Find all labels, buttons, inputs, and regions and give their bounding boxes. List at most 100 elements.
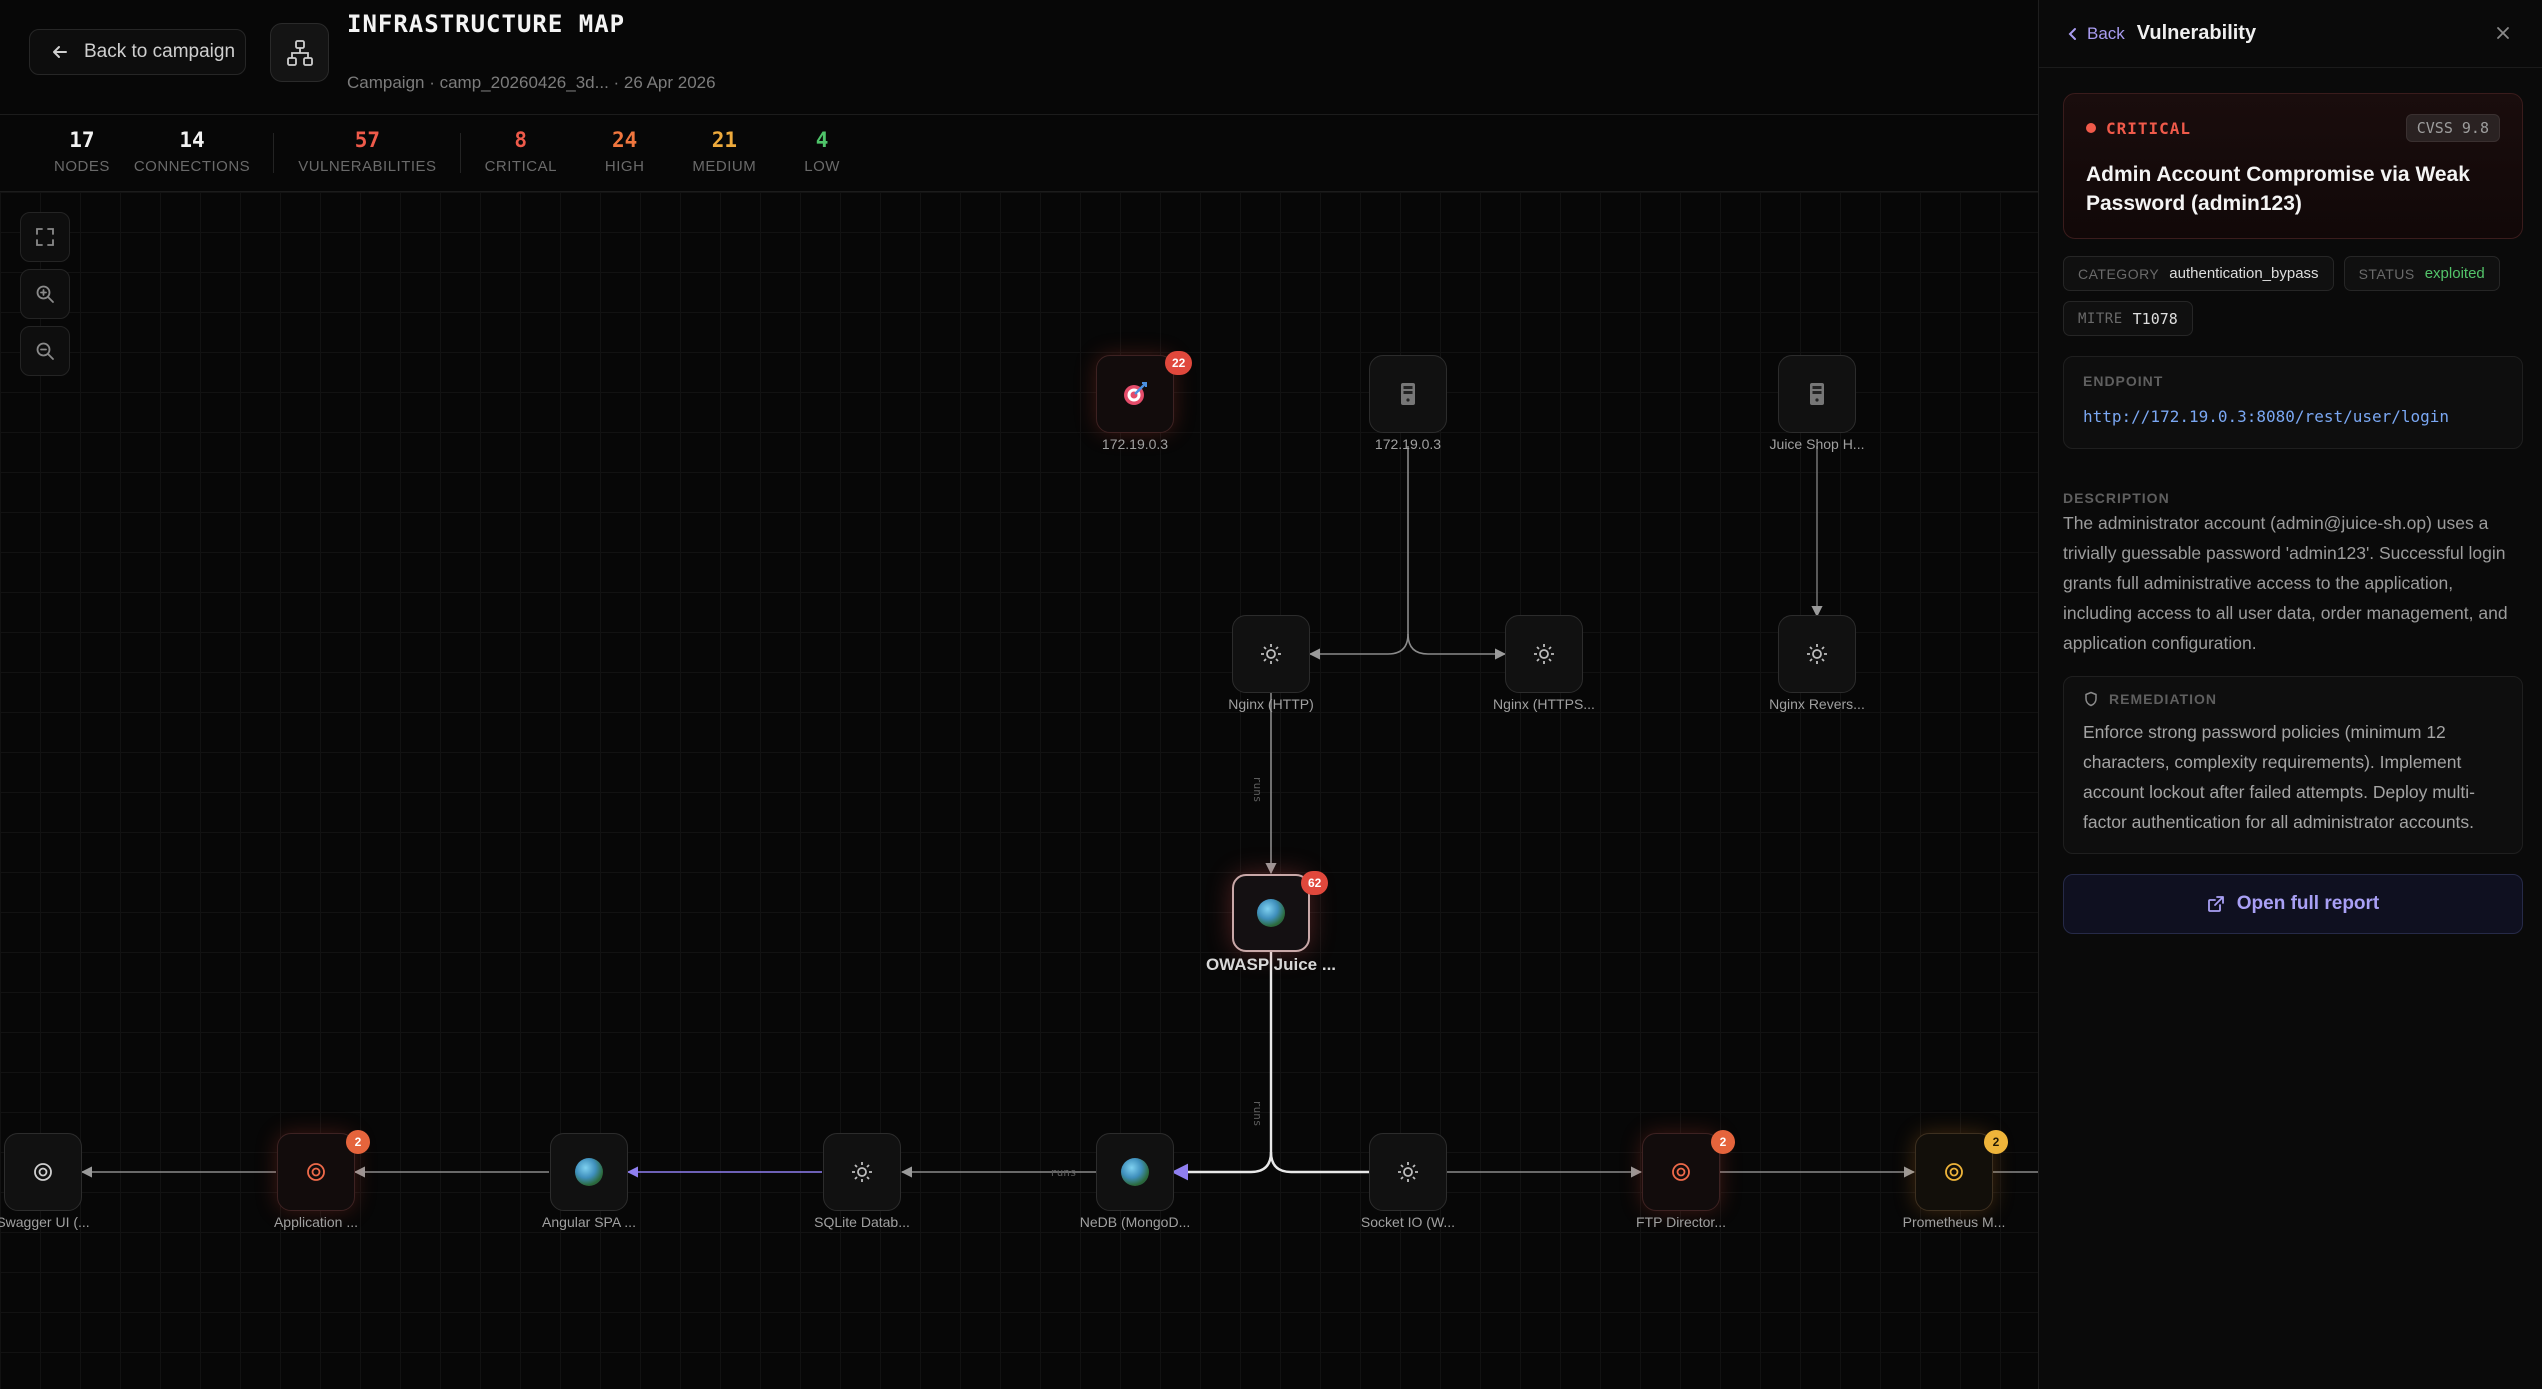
severity-label: CRITICAL — [2086, 119, 2191, 138]
gear-icon — [1807, 644, 1827, 664]
expand-icon — [36, 228, 54, 246]
severity-text: CRITICAL — [2106, 118, 2192, 138]
campaign-subtitle: Campaign · camp_20260426_3d... · 26 Apr … — [347, 73, 716, 92]
node-socketio[interactable] — [1369, 1133, 1447, 1211]
server-icon — [1401, 383, 1415, 405]
node-prometheus[interactable] — [1915, 1133, 1993, 1211]
close-icon — [2497, 27, 2509, 39]
panel-close-button[interactable] — [2490, 20, 2516, 46]
node-nginx-reverse[interactable] — [1778, 615, 1856, 693]
zoom-in-button[interactable] — [20, 269, 70, 319]
node-prometheus-badge: 2 — [1984, 1130, 2008, 1154]
node-sqlite-label: SQLite Datab... — [814, 1214, 910, 1230]
shield-icon — [2085, 691, 2097, 707]
chip-mitre-value: T1078 — [2132, 309, 2178, 328]
cvss-badge: CVSS 9.8 — [2405, 114, 2500, 142]
node-ftp-badge: 2 — [1711, 1130, 1735, 1154]
node-sqlite[interactable] — [823, 1133, 901, 1211]
node-nedb[interactable] — [1096, 1133, 1174, 1211]
node-swagger[interactable] — [4, 1133, 82, 1211]
stat-nodes-label: NODES — [54, 158, 110, 175]
stat-vulnerabilities: 57 VULNERABILITIES — [274, 128, 461, 178]
remediation-label: REMEDIATION — [2109, 691, 2217, 707]
panel-header: Back Vulnerability — [2039, 0, 2542, 68]
map-canvas[interactable]: runs runs runs 22 172.19.0.3 172.19.0.3 … — [0, 192, 2038, 1389]
node-angular-label: Angular SPA ... — [542, 1214, 636, 1230]
node-application-label: Application ... — [273, 1214, 359, 1230]
node-juice-host-label: Juice Shop H... — [1769, 436, 1865, 452]
panel-back-button[interactable]: Back — [2065, 24, 2125, 44]
stat-nodes: 17 NODES — [30, 128, 134, 178]
node-application[interactable] — [277, 1133, 355, 1211]
server-icon — [1810, 383, 1824, 405]
globe-icon — [1121, 1158, 1149, 1186]
stat-nodes-value: 17 — [69, 128, 95, 152]
open-full-report-button[interactable]: Open full report — [2063, 874, 2523, 934]
chip-category: CATEGORY authentication_bypass — [2063, 256, 2334, 291]
chevron-left-icon — [2068, 27, 2076, 40]
description-text: The administrator account (admin@juice-s… — [2063, 513, 2508, 653]
node-owasp-juice[interactable] — [1232, 874, 1310, 952]
node-host2[interactable] — [1369, 355, 1447, 433]
sitemap-icon-box — [270, 23, 329, 82]
stat-high: 24 HIGH — [581, 128, 669, 178]
chip-status-key: STATUS — [2358, 265, 2415, 282]
description-label: DESCRIPTION — [2063, 490, 2170, 506]
open-full-report-label: Open full report — [2236, 893, 2380, 914]
stat-vulnerabilities-value: 57 — [354, 128, 381, 152]
header-divider — [0, 114, 2038, 115]
node-owasp-label: OWASP Juice ... — [1205, 955, 1337, 974]
stat-critical-label: CRITICAL — [484, 158, 557, 175]
node-prometheus-label: Prometheus M... — [1902, 1214, 2006, 1230]
endpoint-label: ENDPOINT — [2083, 373, 2164, 389]
node-swagger-label: Swagger UI (... — [0, 1214, 90, 1230]
node-nginx-https[interactable] — [1505, 615, 1583, 693]
zoom-out-button[interactable] — [20, 326, 70, 376]
vulnerability-title: Admin Account Compromise via Weak Passwo… — [2086, 163, 2470, 215]
gear-icon — [1398, 1162, 1418, 1182]
gear-icon — [1261, 644, 1281, 664]
endpoint-box: ENDPOINT http://172.19.0.3:8080/rest/use… — [2063, 356, 2523, 449]
stats-bar: 17 NODES 14 CONNECTIONS 57 VULNERABILITIES … — [30, 128, 864, 178]
edge-host2-nginx-https — [1407, 633, 1507, 660]
node-ftp[interactable] — [1642, 1133, 1720, 1211]
edge-owasp-socketio — [1269, 1151, 1369, 1174]
endpoint-url-link[interactable]: http://172.19.0.3:8080/rest/user/login — [2083, 407, 2503, 426]
node-owasp-badge: 62 — [1301, 871, 1329, 895]
node-target[interactable] — [1096, 355, 1174, 433]
gear-icon — [852, 1162, 872, 1182]
stat-connections-label: CONNECTIONS — [133, 158, 251, 175]
globe-icon — [575, 1158, 603, 1186]
external-link-icon — [2207, 896, 2224, 912]
stat-vulnerabilities-label: VULNERABILITIES — [298, 158, 437, 175]
node-socketio-label: Socket IO (W... — [1360, 1214, 1456, 1230]
node-nginx-http-label: Nginx (HTTP) — [1228, 696, 1314, 712]
node-host2-label: 172.19.0.3 — [1374, 436, 1442, 452]
node-juice-host[interactable] — [1778, 355, 1856, 433]
zoom-out-icon — [36, 342, 54, 360]
stat-connections-value: 14 — [179, 128, 205, 152]
node-nginx-https-label: Nginx (HTTPS... — [1493, 696, 1595, 712]
chip-mitre-key: MITRE — [2078, 310, 2123, 327]
vuln-meta-chips: CATEGORY authentication_bypass STATUS ex… — [2063, 256, 2533, 336]
fit-view-button[interactable] — [20, 212, 70, 262]
panel-title: Vulnerability — [2136, 22, 2257, 44]
node-angular-spa[interactable] — [550, 1133, 628, 1211]
chip-mitre: MITRE T1078 — [2063, 301, 2193, 336]
arrow-left-icon — [53, 46, 67, 58]
stat-connections: 14 CONNECTIONS — [133, 128, 275, 178]
radar-icon — [1672, 1163, 1690, 1181]
node-nginx-reverse-label: Nginx Revers... — [1769, 696, 1865, 712]
radar-icon — [307, 1163, 325, 1181]
back-to-campaign-button[interactable]: Back to campaign — [29, 29, 246, 75]
node-nginx-http[interactable] — [1232, 615, 1310, 693]
vulnerability-panel: Back Vulnerability CRITICAL CVSS 9.8 Adm… — [2038, 0, 2542, 1389]
severity-dot-icon — [2086, 123, 2096, 133]
stat-medium-label: MEDIUM — [692, 158, 757, 175]
target-icon — [1124, 382, 1147, 405]
chip-status-value: exploited — [2424, 265, 2485, 282]
severity-card: CRITICAL CVSS 9.8 Admin Account Compromi… — [2063, 93, 2523, 239]
globe-icon — [1257, 899, 1285, 927]
edge-label-runs-3: runs — [1050, 1166, 1077, 1179]
edge-owasp-bottom — [1171, 952, 1273, 1181]
